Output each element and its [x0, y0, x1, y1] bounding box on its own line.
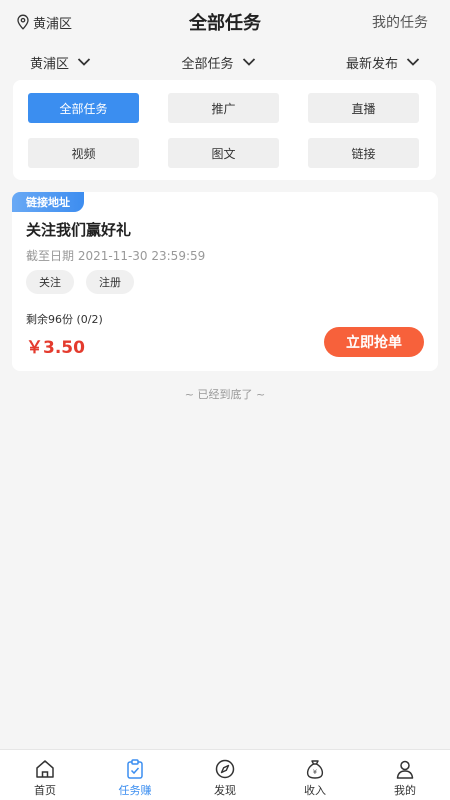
task-requirements: 关注 注册 [26, 270, 134, 294]
filter-label: 黄浦区 [30, 56, 70, 72]
location-selector[interactable]: 黄浦区 [16, 13, 72, 32]
task-title: 关注我们赢好礼 [26, 221, 132, 239]
tab-label: 收入 [304, 784, 326, 797]
filter-label: 最新发布 [345, 56, 398, 72]
filter-bar: 黄浦区 全部任务 最新发布 [0, 48, 450, 76]
svg-text:¥: ¥ [313, 768, 317, 776]
requirement-chip: 注册 [86, 270, 134, 294]
page-title: 全部任务 [189, 13, 261, 34]
category-live[interactable]: 直播 [308, 93, 419, 123]
tab-label: 我的 [394, 784, 416, 797]
task-price: ￥3.50 [26, 338, 85, 358]
bottom-tab-bar: 首页 任务赚 发现 ¥ 收入 我的 [0, 749, 450, 800]
category-panel: 全部任务 推广 直播 视频 图文 链接 [13, 80, 436, 180]
chevron-down-icon [242, 58, 255, 66]
tab-label: 首页 [34, 784, 56, 797]
clipboard-icon [127, 759, 143, 779]
location-pin-icon [17, 14, 29, 30]
task-deadline: 截至日期 2021-11-30 23:59:59 [26, 249, 206, 263]
tab-mine[interactable]: 我的 [360, 750, 450, 798]
category-promotion[interactable]: 推广 [168, 93, 279, 123]
requirement-chip: 关注 [26, 270, 74, 294]
grab-order-button[interactable]: 立即抢单 [324, 327, 424, 357]
my-tasks-link[interactable]: 我的任务 [372, 12, 428, 32]
chevron-down-icon [406, 58, 420, 66]
compass-icon [215, 759, 235, 779]
category-image-text[interactable]: 图文 [168, 138, 279, 168]
user-icon [396, 760, 414, 779]
tab-task-earn[interactable]: 任务赚 [90, 750, 180, 798]
tab-income[interactable]: ¥ 收入 [270, 750, 360, 798]
chevron-down-icon [77, 58, 91, 66]
task-type-tag: 链接地址 [12, 192, 84, 212]
tab-discover[interactable]: 发现 [180, 750, 270, 798]
home-icon [36, 760, 54, 778]
category-all[interactable]: 全部任务 [28, 93, 139, 123]
filter-label: 全部任务 [181, 56, 234, 72]
tab-label: 发现 [214, 784, 236, 797]
task-card[interactable]: 链接地址 关注我们赢好礼 截至日期 2021-11-30 23:59:59 关注… [12, 192, 438, 371]
filter-sort[interactable]: 最新发布 [346, 53, 420, 72]
location-label: 黄浦区 [33, 16, 73, 32]
task-remaining: 剩余96份 (0/2) [26, 313, 103, 326]
end-of-list-text: ~ 已经到底了 ~ [184, 388, 266, 401]
tab-label: 任务赚 [118, 784, 152, 797]
top-header: 黄浦区 全部任务 我的任务 [0, 0, 450, 44]
category-video[interactable]: 视频 [28, 138, 139, 168]
filter-task-type[interactable]: 全部任务 [181, 53, 255, 72]
money-bag-icon: ¥ [306, 760, 324, 779]
category-link[interactable]: 链接 [308, 138, 419, 168]
filter-region[interactable]: 黄浦区 [30, 53, 91, 72]
tab-home[interactable]: 首页 [0, 750, 90, 798]
